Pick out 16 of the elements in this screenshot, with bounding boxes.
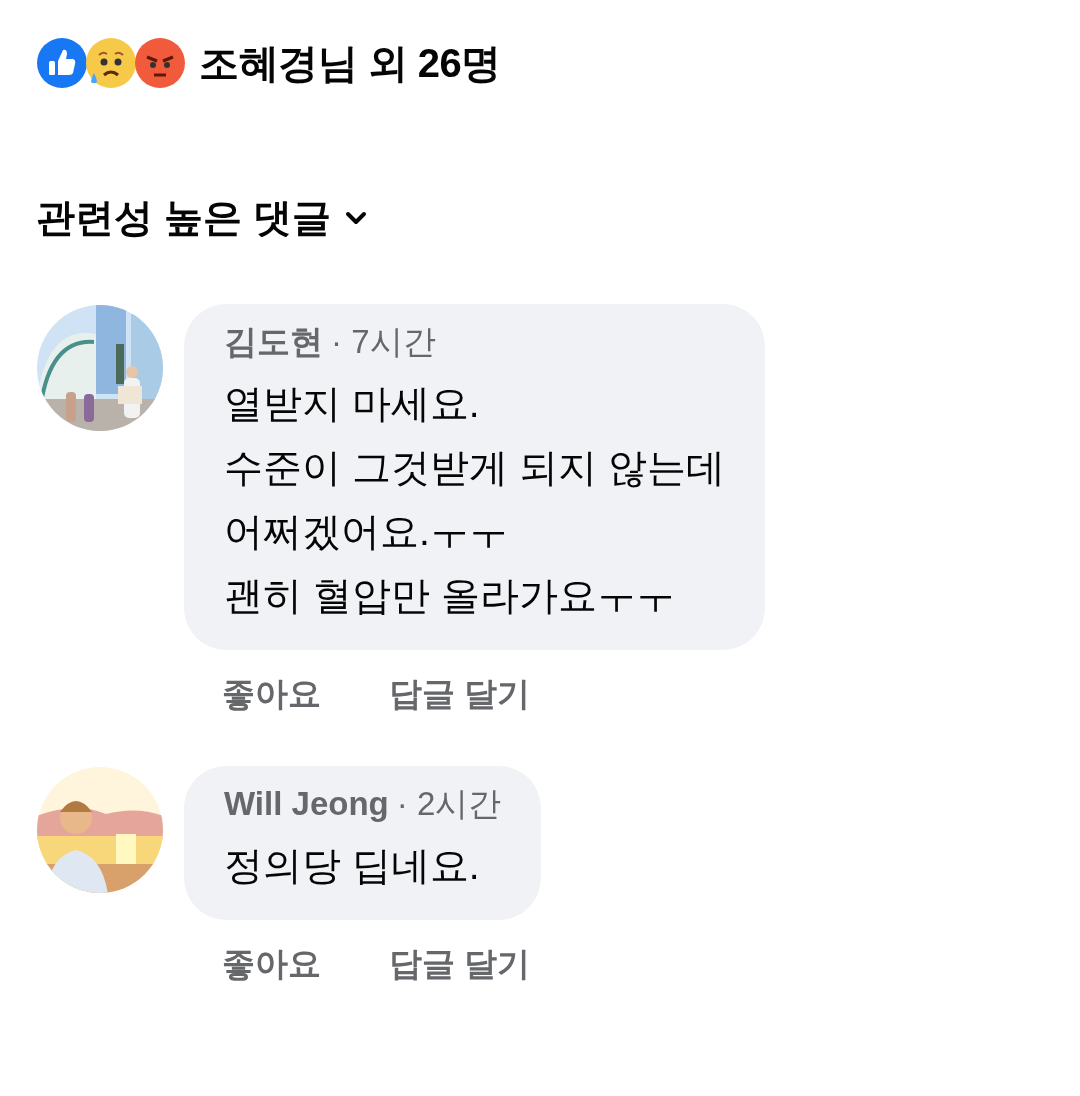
reply-link[interactable]: 답글 달기 bbox=[389, 670, 531, 718]
reply-link[interactable]: 답글 달기 bbox=[389, 940, 531, 988]
comment-author[interactable]: Will Jeong bbox=[224, 785, 389, 823]
reaction-summary[interactable]: 조혜경님 외 26명 bbox=[199, 35, 501, 91]
comment-time[interactable]: · 2시간 bbox=[396, 782, 502, 827]
comment-author[interactable]: 김도현 bbox=[224, 320, 323, 365]
comment-text: 열받지 마세요. 수준이 그것받게 되지 않는데 어쩌겠어요.ㅜㅜ 괜히 혈압만 올라가요ㅜㅜ bbox=[224, 381, 725, 619]
like-link[interactable]: 좋아요 bbox=[222, 670, 321, 718]
sort-dropdown[interactable]: 관련성 높은 댓글 bbox=[36, 191, 367, 245]
like-link[interactable]: 좋아요 bbox=[222, 940, 321, 988]
comment-text: 정의당 딥네요. bbox=[224, 843, 481, 889]
angry-emoji-icon bbox=[134, 37, 186, 89]
like-icon bbox=[36, 37, 88, 89]
sad-emoji-icon bbox=[85, 37, 137, 89]
chevron-down-icon bbox=[344, 211, 367, 225]
comment-time[interactable]: · 7시간 bbox=[331, 320, 436, 365]
